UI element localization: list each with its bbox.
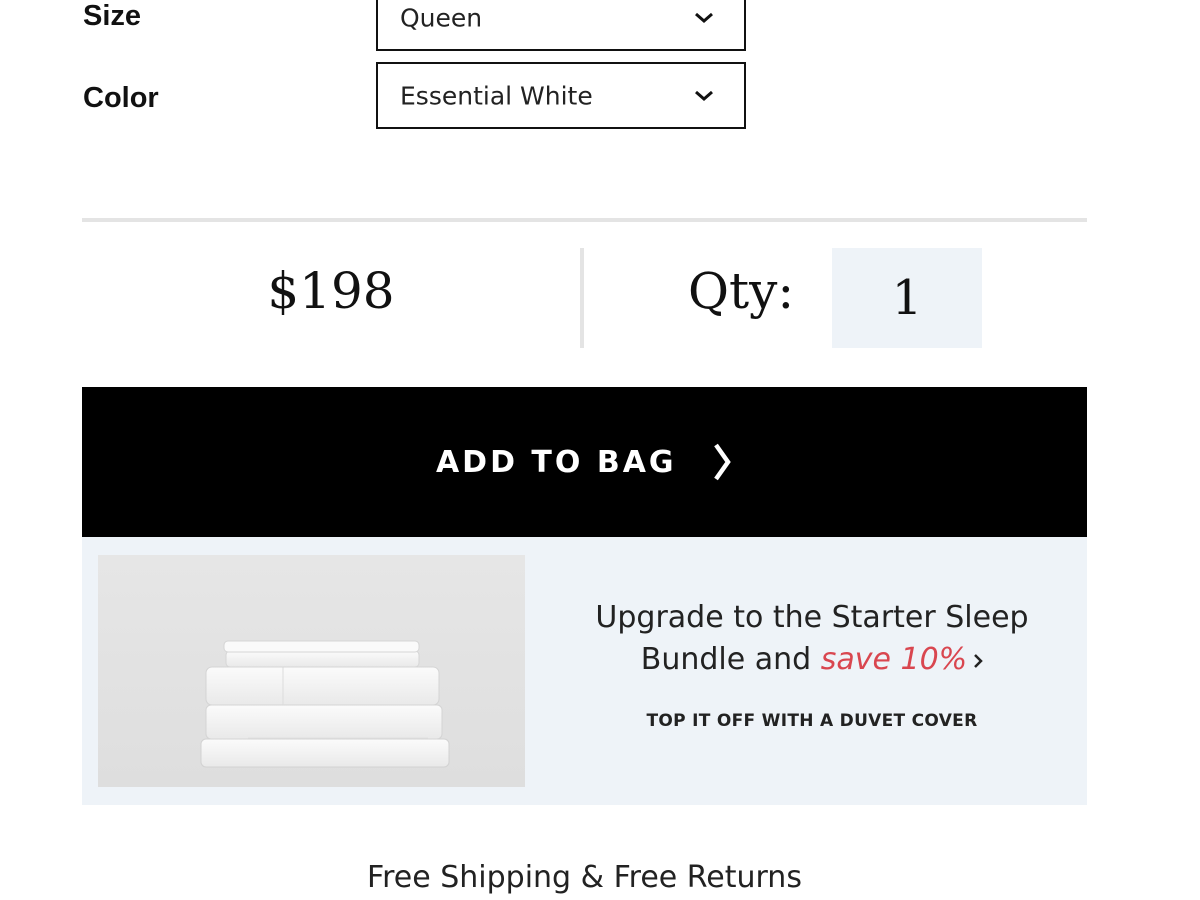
size-select[interactable]: Queen bbox=[376, 0, 746, 51]
upsell-headline-line1: Upgrade to the Starter Sleep bbox=[595, 600, 1029, 635]
color-select[interactable]: Essential White bbox=[376, 62, 746, 129]
shipping-note: Free Shipping & Free Returns bbox=[367, 860, 802, 895]
upsell-banner[interactable]: Upgrade to the Starter Sleep Bundle and … bbox=[82, 537, 1087, 805]
chevron-right-icon bbox=[974, 654, 983, 668]
duvet-cover-link[interactable]: TOP IT OFF WITH A DUVET COVER bbox=[552, 711, 1072, 731]
qty-label: Qty: bbox=[688, 262, 795, 320]
product-price: $198 bbox=[267, 262, 395, 320]
upsell-headline-line2: Bundle and save 10% bbox=[552, 639, 1072, 681]
size-label: Size bbox=[83, 0, 142, 32]
quantity-input[interactable] bbox=[832, 248, 982, 348]
add-to-bag-button[interactable]: ADD TO BAG bbox=[82, 387, 1087, 537]
color-label: Color bbox=[83, 82, 159, 114]
price-qty-divider bbox=[580, 248, 584, 348]
chevron-down-icon bbox=[695, 12, 713, 23]
folded-sheets-image bbox=[98, 555, 525, 787]
chevron-right-icon bbox=[714, 443, 731, 481]
upsell-headline-prefix: Bundle and bbox=[640, 642, 812, 677]
size-select-value: Queen bbox=[400, 3, 483, 32]
color-select-value: Essential White bbox=[400, 81, 593, 110]
chevron-down-icon bbox=[695, 90, 713, 101]
section-divider bbox=[82, 218, 1087, 222]
add-to-bag-label: ADD TO BAG bbox=[435, 444, 677, 480]
save-offer-link[interactable]: save 10% bbox=[821, 642, 967, 677]
